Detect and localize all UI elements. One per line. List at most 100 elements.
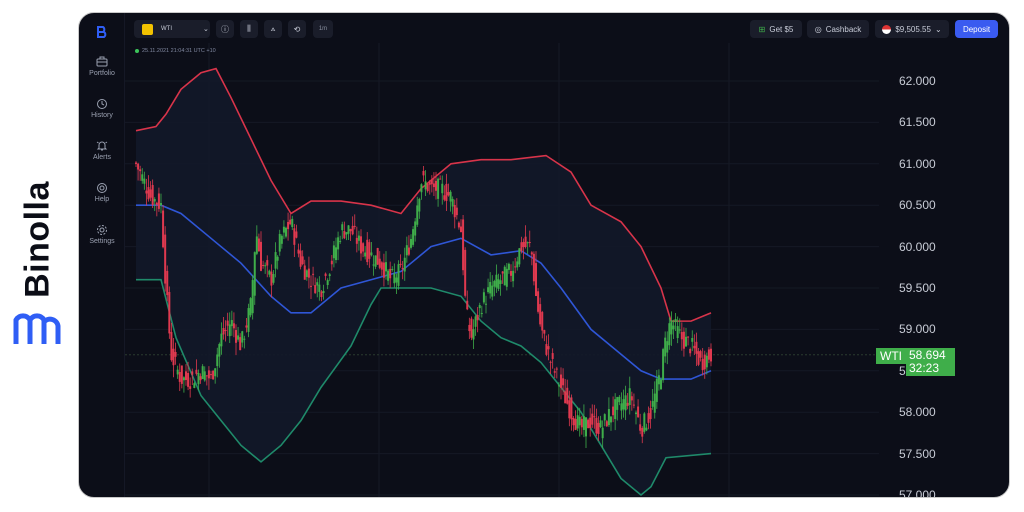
candle-body [507, 263, 510, 270]
sidebar: Portfolio History Alerts Help Settings [79, 13, 125, 497]
candle-body [266, 260, 269, 266]
candle-body [151, 185, 154, 206]
price-chart[interactable] [79, 13, 1010, 498]
datetime-text: 25.11.2021 21:04:31 UTC +10 [142, 48, 216, 54]
candle-body [285, 227, 287, 237]
candle-body [212, 370, 215, 380]
candle-body [407, 247, 410, 255]
sidebar-item-portfolio[interactable]: Portfolio [79, 56, 125, 77]
candle-body [391, 268, 394, 270]
candle-body [195, 369, 198, 374]
candle-body [580, 418, 583, 428]
sidebar-item-settings[interactable]: Settings [79, 224, 125, 245]
get-bonus-label: Get $5 [769, 24, 794, 34]
candle-body [562, 378, 565, 386]
candle-body [170, 332, 173, 361]
history-icon [97, 99, 107, 109]
candle-body [601, 427, 604, 439]
candle-body [537, 291, 540, 312]
candle-body [682, 331, 685, 349]
candle-body [645, 427, 648, 431]
candle-body [524, 236, 527, 248]
candle-body [174, 351, 177, 357]
asset-selector[interactable]: WTI ⌄ [134, 20, 210, 38]
candle-body [272, 274, 275, 283]
indicators-button[interactable]: ⟲ [288, 20, 306, 38]
sidebar-item-label: Portfolio [89, 70, 115, 77]
candle-body [622, 399, 625, 410]
candle-body [139, 169, 142, 172]
sidebar-item-help[interactable]: Help [79, 182, 125, 203]
candle-body [526, 242, 529, 244]
live-dot-icon [135, 49, 139, 53]
candle-body [595, 417, 598, 434]
candle-body [399, 263, 402, 265]
candle-body [135, 162, 137, 164]
candle-body [376, 248, 379, 265]
candle-body [585, 417, 587, 437]
info-button[interactable]: ⓘ [216, 20, 234, 38]
candle-body [214, 368, 217, 377]
candle-body [349, 229, 352, 232]
candle-body [318, 284, 321, 292]
candle-body [182, 377, 185, 381]
candle-body [160, 203, 162, 206]
briefcase-icon [96, 56, 108, 67]
sidebar-item-label: Alerts [93, 154, 111, 161]
candle-body [439, 178, 442, 180]
candle-body [568, 400, 571, 419]
candle-body [168, 292, 171, 334]
get-bonus-button[interactable]: ⊞ Get $5 [750, 20, 802, 38]
sidebar-item-history[interactable]: History [79, 98, 125, 119]
sidebar-item-label: Help [94, 196, 110, 203]
candle-body [582, 416, 585, 430]
candle-body [257, 238, 260, 252]
candle-body [316, 282, 319, 286]
candle-body [235, 330, 237, 343]
candle-body [370, 252, 373, 256]
sidebar-item-alerts[interactable]: Alerts [79, 140, 125, 161]
deposit-button[interactable]: Deposit [955, 20, 998, 38]
candle-body [232, 323, 235, 329]
candle-body [218, 343, 221, 357]
sidebar-item-label: Settings [89, 238, 115, 245]
candle-body [191, 371, 194, 375]
candle-body [576, 415, 579, 429]
candle-body [480, 313, 483, 315]
candle-body [705, 355, 708, 368]
candle-body [545, 344, 548, 355]
chart-type-button[interactable]: ⫼ [240, 20, 258, 38]
balance-selector[interactable]: $9,505.55 ⌄ [875, 20, 949, 38]
candle-body [307, 268, 310, 278]
candle-body [451, 198, 454, 207]
drawing-tools-button[interactable]: ⟑ [264, 20, 282, 38]
candle-body [351, 225, 354, 235]
gear-icon [97, 225, 107, 235]
candle-body [282, 226, 285, 233]
candle-body [355, 237, 358, 244]
candle-body [635, 412, 637, 415]
timeframe-button[interactable]: 1m [313, 20, 333, 38]
candle-body [389, 268, 392, 279]
current-asset-tag: WTI [876, 348, 906, 364]
candle-body [428, 182, 431, 185]
candle-body [380, 262, 383, 270]
candle-body [564, 391, 567, 404]
candle-body [347, 225, 350, 234]
candle-body [680, 332, 683, 340]
candle-body [147, 187, 150, 200]
candle-body [297, 249, 300, 254]
candle-body [226, 320, 229, 326]
candle-body [253, 252, 256, 296]
candle-body [422, 170, 425, 176]
candle-body [357, 235, 360, 241]
candle-body [522, 241, 525, 248]
candle-body [378, 258, 381, 268]
candle-body [489, 282, 492, 294]
candle-body [535, 263, 537, 297]
candle-body [278, 233, 281, 252]
candle-body [293, 228, 296, 245]
candle-body [312, 273, 315, 275]
cashback-button[interactable]: ◎ Cashback [807, 20, 869, 38]
candle-body [199, 376, 202, 381]
